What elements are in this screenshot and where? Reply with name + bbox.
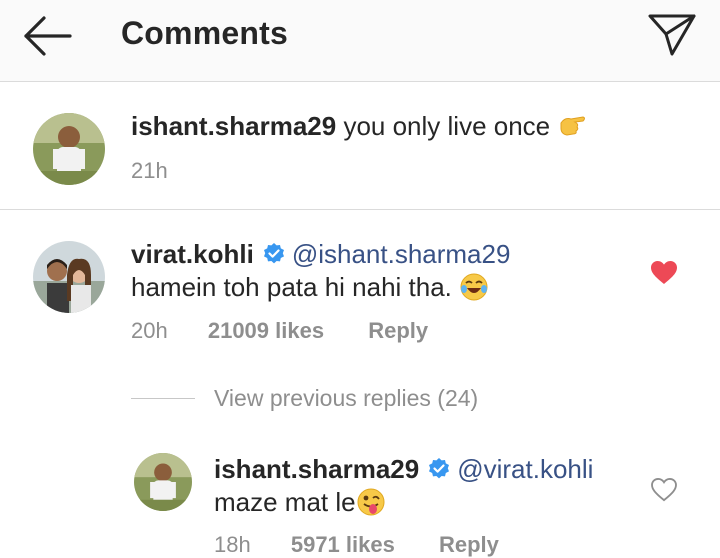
reply-text: ishant.sharma29 @virat.kohli xyxy=(214,453,593,488)
comment-timestamp: 18h xyxy=(214,532,251,557)
comment-body: hamein toh pata hi nahi tha. xyxy=(131,272,452,302)
comment-timestamp: 20h xyxy=(131,318,168,343)
comment-meta: 20h 21009 likes Reply xyxy=(131,318,428,344)
comment-timestamp: 21h xyxy=(131,158,168,183)
comment-meta: 18h 5971 likes Reply xyxy=(214,532,499,558)
share-button[interactable] xyxy=(644,8,700,58)
comment-username[interactable]: virat.kohli xyxy=(131,239,254,269)
comment-body-line: hamein toh pata hi nahi tha. xyxy=(131,271,489,309)
comment-mention[interactable]: @ishant.sharma29 xyxy=(292,239,511,269)
comments-header: Comments xyxy=(0,0,720,82)
avatar[interactable] xyxy=(33,113,105,185)
comment-username[interactable]: ishant.sharma29 xyxy=(131,111,336,141)
reply-body-line: maze mat le xyxy=(214,486,386,524)
view-previous-replies-button[interactable]: View previous replies (24) xyxy=(214,385,478,412)
arrow-left-icon xyxy=(24,16,72,56)
page-title: Comments xyxy=(121,15,288,51)
comment-mention[interactable]: @virat.kohli xyxy=(457,454,593,484)
avatar[interactable] xyxy=(33,241,105,313)
comment-text: virat.kohli @ishant.sharma29 xyxy=(131,238,510,273)
replies-divider xyxy=(131,398,195,399)
like-button[interactable] xyxy=(651,477,677,507)
comment-body: you only live once xyxy=(343,111,551,141)
verified-badge-icon xyxy=(427,456,451,488)
laughing-tears-emoji-icon xyxy=(459,272,489,309)
avatar[interactable] xyxy=(134,453,192,511)
comment-username[interactable]: ishant.sharma29 xyxy=(214,454,419,484)
comment-text: ishant.sharma29 you only live once xyxy=(131,110,587,148)
heart-icon xyxy=(651,477,677,502)
paper-plane-icon xyxy=(648,14,696,56)
back-button[interactable] xyxy=(20,14,76,58)
reply-button[interactable]: Reply xyxy=(368,318,428,343)
comment-body: maze mat le xyxy=(214,487,356,517)
divider xyxy=(0,209,720,210)
reply-button[interactable]: Reply xyxy=(439,532,499,557)
winking-tongue-emoji-icon xyxy=(356,487,386,524)
heart-icon xyxy=(651,261,677,284)
comment-likes[interactable]: 21009 likes xyxy=(208,318,324,343)
like-button[interactable] xyxy=(650,260,678,291)
verified-badge-icon xyxy=(262,241,286,273)
pointing-hand-emoji-icon xyxy=(557,111,587,148)
comment-likes[interactable]: 5971 likes xyxy=(291,532,395,557)
